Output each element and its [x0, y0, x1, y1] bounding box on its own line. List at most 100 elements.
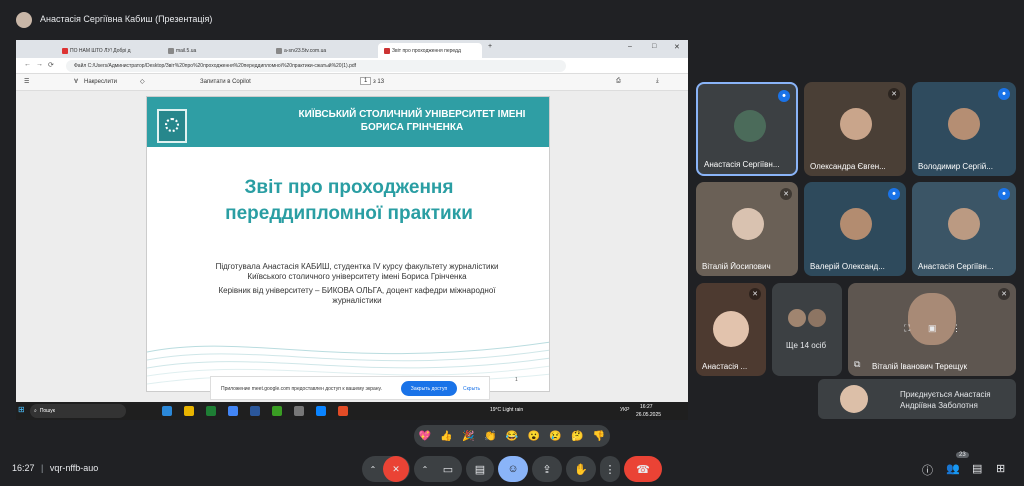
word-icon[interactable]	[250, 406, 260, 416]
more-options-icon[interactable]: ⋮	[952, 323, 961, 334]
top-bar: Анастасія Сергіївна Кабиш (Презентація)	[0, 0, 1024, 38]
browser-tab[interactable]: ПО НАМ ШТО ЛУ! Добрі д	[56, 43, 158, 58]
windows-taskbar: ⊞ ⌕ Пошук 19°C Light rain УКР 16:27 26.05…	[16, 402, 688, 420]
info-icon[interactable]: ⓘ	[922, 462, 933, 478]
leave-call-button[interactable]: ☎	[624, 456, 662, 482]
reactions-bar: 💖 👍 🎉 👏 😂 😮 😢 🤔 👎	[414, 425, 610, 447]
joining-avatar	[840, 385, 868, 413]
pdf-viewer: КИЇВСЬКИЙ СТОЛИЧНИЙ УНІВЕРСИТЕТ ІМЕНІ БО…	[16, 91, 688, 402]
app-icon[interactable]	[206, 406, 216, 416]
app-icon[interactable]	[294, 406, 304, 416]
chat-icon[interactable]: ▤	[972, 462, 982, 475]
participant-tile[interactable]: ⦁ Анастасія Сергіївн...	[696, 82, 798, 176]
mic-options-icon[interactable]: ⌃	[363, 465, 383, 474]
reload-icon[interactable]: ⟳	[48, 61, 54, 69]
menu-icon[interactable]: ☰	[24, 78, 29, 85]
reaction-clap[interactable]: 👏	[484, 431, 496, 442]
chrome-icon[interactable]	[228, 406, 238, 416]
draw-icon[interactable]: ∀	[74, 78, 78, 85]
participant-tile[interactable]: ✕ ⛶ ▣ ⋮ ⧉ Віталій Іванович Терещук	[848, 283, 1016, 376]
browser-tab-bar: ПО НАМ ШТО ЛУ! Добрі д mail.5.ua a-srv23…	[16, 40, 688, 58]
new-tab-icon[interactable]: +	[488, 43, 492, 50]
maximize-icon[interactable]: □	[652, 43, 656, 50]
edge-icon[interactable]	[162, 406, 172, 416]
more-options-button[interactable]: ⋮	[600, 456, 620, 482]
frame-icon[interactable]: ▣	[928, 323, 937, 334]
mic-off-button[interactable]: ✕	[383, 456, 409, 482]
slide-body: Підготувала Анастасія КАБИШ, студентка I…	[207, 262, 507, 310]
people-icon[interactable]: 👥	[946, 462, 960, 475]
weather-text[interactable]: 19°C Light rain	[490, 407, 523, 413]
present-button[interactable]: ⇪	[532, 456, 562, 482]
draw-button[interactable]: Накреслити	[84, 79, 117, 85]
participant-video	[734, 110, 766, 142]
browser-tab[interactable]: mail.5.ua	[162, 43, 266, 58]
participant-tile[interactable]: ✕ Віталій Йосипович	[696, 182, 798, 276]
page-count: з 13	[373, 79, 385, 85]
search-icon: ⌕	[34, 408, 37, 414]
search-box[interactable]: ⌕ Пошук	[30, 404, 126, 418]
participant-name: Володимир Сергій...	[918, 162, 993, 171]
reaction-sad[interactable]: 😢	[549, 431, 561, 442]
reaction-thumbs-up[interactable]: 👍	[440, 431, 452, 442]
participant-name: Анастасія ...	[702, 362, 748, 371]
crop-icon[interactable]: ⧉	[854, 359, 860, 370]
participant-avatar	[788, 309, 806, 327]
slide-page-number: 1	[515, 377, 518, 383]
activities-icon[interactable]: ⊞	[996, 462, 1005, 475]
participant-name: Віталій Іванович Терещук	[872, 362, 968, 371]
captions-button[interactable]: ▤	[466, 456, 494, 482]
participant-tile[interactable]: ✕ Анастасія ...	[696, 283, 766, 376]
participant-tile[interactable]: ✕ Олександра Євген...	[804, 82, 906, 176]
app-icon[interactable]	[316, 406, 326, 416]
reaction-thinking[interactable]: 🤔	[571, 431, 583, 442]
participant-video	[948, 108, 980, 140]
reaction-surprised[interactable]: 😮	[527, 431, 539, 442]
erase-icon[interactable]: ◇	[140, 78, 145, 85]
camera-control-group: ⌃ ▭	[414, 456, 462, 482]
participant-tile[interactable]: ⦁ Валерій Олександ...	[804, 182, 906, 276]
minimize-icon[interactable]: –	[628, 43, 632, 50]
participant-tile[interactable]: ⦁ Анастасія Сергіївн...	[912, 182, 1016, 276]
browser-tab[interactable]: a-srv23.5tv.com.ua	[270, 43, 374, 58]
taskbar-date[interactable]: 26.05.2025	[636, 412, 661, 418]
browser-tab-active[interactable]: Звіт про проходження передд	[378, 43, 482, 58]
camera-button[interactable]: ▭	[435, 463, 461, 476]
forward-icon[interactable]: →	[36, 61, 43, 68]
back-icon[interactable]: ←	[24, 61, 31, 68]
file-explorer-icon[interactable]	[184, 406, 194, 416]
participant-video	[908, 293, 956, 345]
stop-sharing-button[interactable]: Закрыть доступ	[401, 381, 457, 396]
taskbar-clock[interactable]: 16:27	[640, 404, 653, 410]
reaction-party[interactable]: 🎉	[462, 431, 474, 442]
input-language[interactable]: УКР	[620, 407, 629, 413]
presenter-title: Анастасія Сергіївна Кабиш (Презентація)	[40, 14, 213, 24]
address-bar-row: ← → ⟳ Файл C:/Users/Администратор/Deskto…	[16, 58, 688, 74]
more-participants-tile[interactable]: Ще 14 осіб	[772, 283, 842, 376]
emoji-button[interactable]: ☺	[498, 456, 528, 482]
university-logo	[157, 109, 187, 143]
camera-options-icon[interactable]: ⌃	[415, 465, 435, 474]
app-icon[interactable]	[272, 406, 282, 416]
windows-start-icon[interactable]: ⊞	[18, 405, 25, 414]
page-input[interactable]: 1	[360, 77, 372, 85]
mic-control-group: ⌃ ✕	[362, 456, 410, 482]
reaction-thumbs-down[interactable]: 👎	[593, 431, 605, 442]
pin-icon[interactable]: ⛶	[904, 323, 910, 334]
save-icon[interactable]: ⤓	[656, 78, 659, 85]
speaking-icon: ⦁	[888, 188, 900, 200]
address-input[interactable]: Файл C:/Users/Администратор/Desktop/Звіт…	[66, 60, 566, 72]
reaction-heart[interactable]: 💖	[419, 431, 431, 442]
print-icon[interactable]: ⎙	[616, 78, 621, 85]
copilot-button[interactable]: Запитати в Copilot	[200, 79, 251, 85]
raise-hand-button[interactable]: ✋	[566, 456, 596, 482]
hide-link[interactable]: Скрыть	[463, 386, 480, 392]
app-icon[interactable]	[338, 406, 348, 416]
participant-video	[840, 208, 872, 240]
participant-tile[interactable]: ⦁ Володимир Сергій...	[912, 82, 1016, 176]
meeting-controls-bar: 16:27 | vqr-nffb-auo ⌃ ✕ ⌃ ▭ ▤ ☺ ⇪ ✋ ⋮ ☎…	[0, 448, 1024, 486]
mic-off-icon: ✕	[888, 88, 900, 100]
reaction-laugh[interactable]: 😂	[506, 431, 518, 442]
join-notification: Приєднується Анастасія Андріївна Заболот…	[818, 379, 1016, 419]
close-icon[interactable]: ✕	[674, 43, 680, 51]
